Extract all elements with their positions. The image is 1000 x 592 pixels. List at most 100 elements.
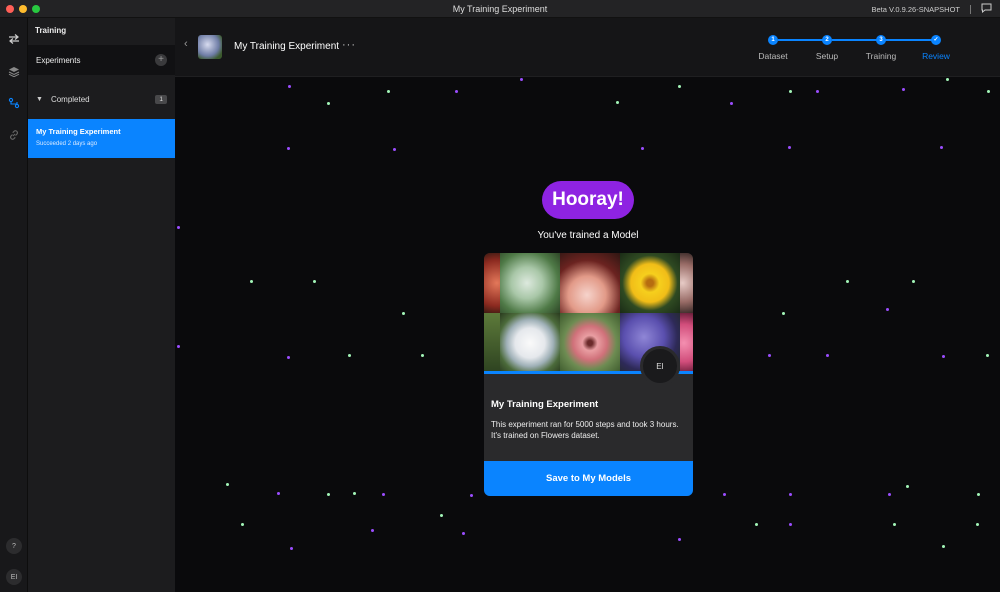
confetti-dot [287,147,290,150]
confetti-dot [912,280,915,283]
confetti-dot [789,493,792,496]
confetti-dot [287,356,290,359]
confetti-dot [387,90,390,93]
confetti-dot [986,354,989,357]
confetti-dot [902,88,905,91]
completed-group-toggle[interactable]: ▼ Completed 1 [28,89,175,109]
model-card: EI My Training Experiment This experimen… [484,253,693,496]
confetti-dot [277,492,280,495]
confetti-dot [327,102,330,105]
step-number: 2 [822,35,832,45]
flower-image [620,253,680,313]
confetti-dot [788,146,791,149]
confetti-dot [946,78,949,81]
step-label: Review [922,51,950,61]
confetti-dot [393,148,396,151]
completed-count-badge: 1 [155,94,167,104]
more-options-button[interactable]: ··· [342,39,356,51]
confetti-dot [348,354,351,357]
layers-icon[interactable] [7,64,21,78]
version-label: Beta V.0.9.26-SNAPSHOT [871,4,960,14]
step-number: 1 [768,35,778,45]
step-label: Training [865,51,897,61]
experiment-item-name: My Training Experiment [36,127,121,136]
confetti-dot [976,523,979,526]
step-number: 3 [876,35,886,45]
confetti-dot [353,492,356,495]
help-button[interactable]: ? [6,538,22,554]
confetti-dot [462,532,465,535]
minimize-window-button[interactable] [19,5,27,13]
confetti-dot [402,312,405,315]
confetti-dot [816,90,819,93]
sidebar: Training Experiments + ▼ Completed 1 My … [28,18,175,592]
link-icon[interactable] [7,128,21,142]
confetti-dot [327,493,330,496]
confetti-dot [226,483,229,486]
step-review[interactable]: ✓ Review [906,35,966,61]
flower-image [500,253,560,313]
confetti-dot [886,308,889,311]
flower-image [484,253,500,313]
save-to-my-models-button[interactable]: Save to My Models [484,461,693,496]
model-card-title: My Training Experiment [491,399,599,410]
confetti-dot [789,90,792,93]
close-window-button[interactable] [6,5,14,13]
progress-stepper: 1 Dataset 2 Setup 3 Training ✓ Review [758,35,981,65]
confetti-dot [768,354,771,357]
flower-image [500,313,560,373]
flower-image [560,253,620,313]
confetti-dot [520,78,523,81]
confetti-dot [755,523,758,526]
confetti-dot [641,147,644,150]
experiment-thumbnail [198,35,222,59]
confetti-dot [678,538,681,541]
experiment-header: ‹ My Training Experiment ··· 1 Dataset 2… [175,18,1000,77]
step-label: Setup [815,51,839,61]
window-title: My Training Experiment [452,3,548,14]
confetti-dot [942,355,945,358]
window-titlebar: My Training Experiment Beta V.0.9.26-SNA… [0,0,1000,18]
model-avatar: EI [640,346,680,386]
hooray-badge: Hooray! [542,181,634,219]
flower-image [484,313,500,373]
confetti-dot [371,529,374,532]
confetti-dot [440,514,443,517]
confetti-dot [977,493,980,496]
confetti-dot [940,146,943,149]
confetti-dot [723,493,726,496]
experiment-item-status: Succeeded 2 days ago [36,141,98,147]
step-setup[interactable]: 2 Setup [797,35,857,61]
flower-image [560,313,620,373]
confetti-dot [241,523,244,526]
confetti-dot [730,102,733,105]
confetti-dot [888,493,891,496]
experiments-header: Experiments + [28,45,175,75]
model-card-description: This experiment ran for 5000 steps and t… [491,420,679,440]
confetti-dot [987,90,990,93]
zoom-window-button[interactable] [32,5,40,13]
step-training[interactable]: 3 Training [851,35,911,61]
confetti-dot [421,354,424,357]
experiment-list-item[interactable]: My Training Experiment Succeeded 2 days … [28,119,175,158]
check-icon: ✓ [931,35,941,45]
divider [970,4,971,14]
icon-rail: ? EI [0,18,28,592]
back-button[interactable]: ‹ [184,38,188,50]
swap-icon[interactable] [7,32,21,46]
titlebar-right: Beta V.0.9.26-SNAPSHOT [871,0,992,18]
add-experiment-button[interactable]: + [155,54,167,66]
confetti-dot [893,523,896,526]
feedback-icon[interactable] [981,3,992,15]
confetti-dot [789,523,792,526]
user-avatar[interactable]: EI [6,569,22,585]
confetti-dot [826,354,829,357]
experiment-title: My Training Experiment [234,41,340,52]
confetti-dot [288,85,291,88]
confetti-dot [906,485,909,488]
window-controls [6,5,40,13]
confetti-dot [290,547,293,550]
training-icon[interactable] [7,96,21,110]
step-dataset[interactable]: 1 Dataset [743,35,803,61]
step-label: Dataset [758,51,788,61]
